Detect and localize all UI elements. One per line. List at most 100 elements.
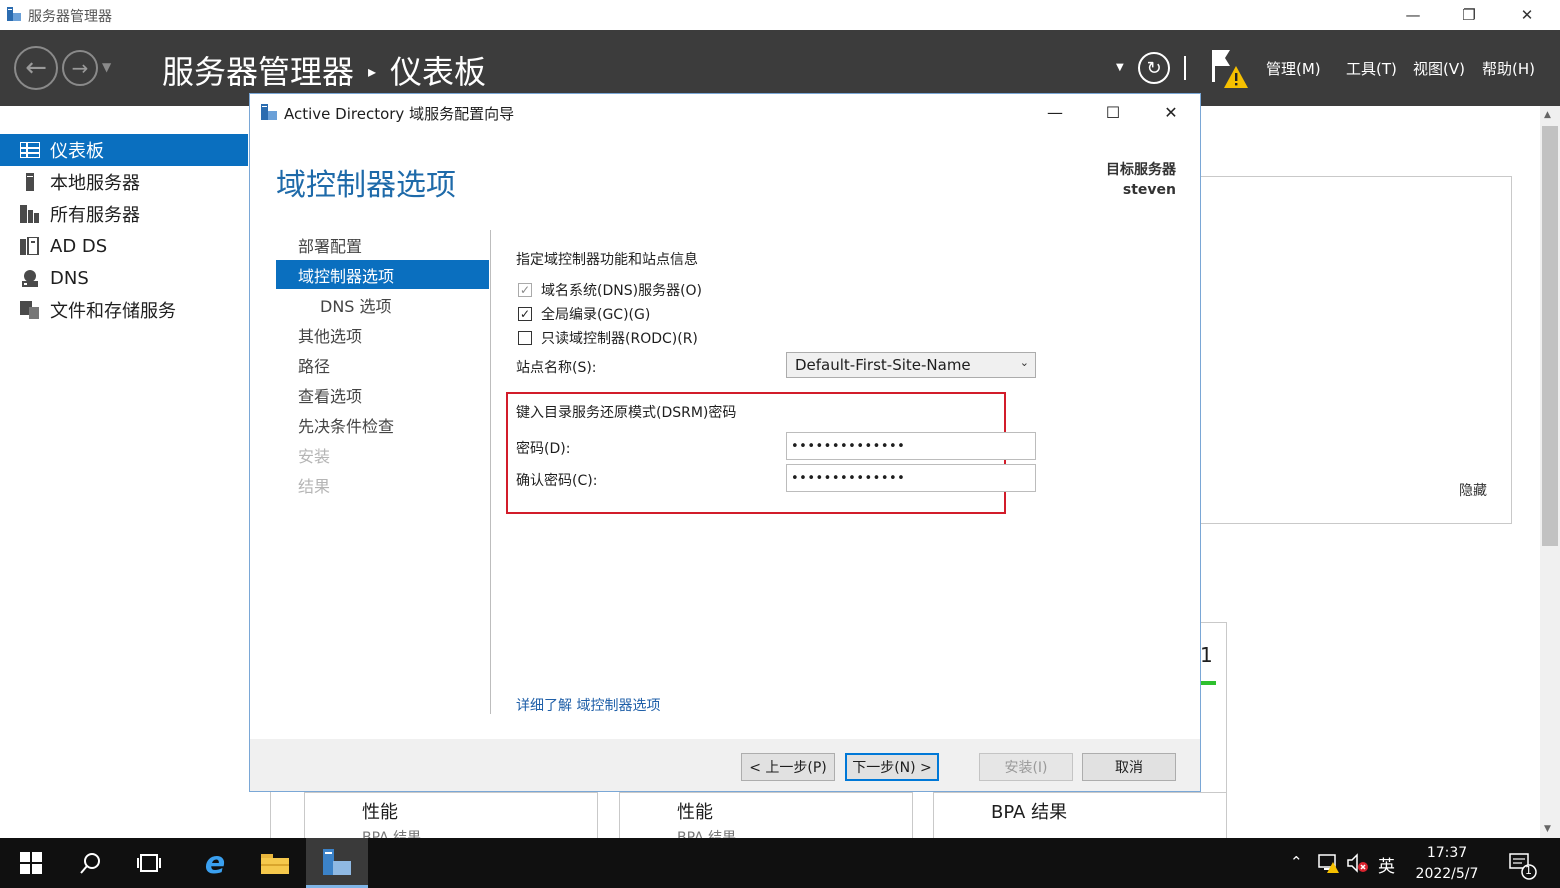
confirm-password-label: 确认密码(C): [516,473,598,489]
server-manager-taskbar-button[interactable] [306,838,368,888]
notification-count-badge: 1 [1525,864,1532,877]
target-server: 目标服务器 steven [1106,160,1176,200]
cancel-button[interactable]: 取消 [1082,753,1176,781]
close-icon: ✕ [1164,102,1178,122]
sidebar-item-label: 仪表板 [50,141,104,162]
checkbox-dns-server[interactable]: ✓ 域名系统(DNS)服务器(O) [518,280,702,300]
sidebar-item-label: AD DS [50,235,108,257]
wizard-step-paths[interactable]: 路径 [276,350,489,379]
password-field[interactable]: •••••••••••••• [786,432,1036,460]
menu-help[interactable]: 帮助(H) [1482,58,1535,79]
minimize-icon: — [1047,102,1063,122]
dialog-maximize-button[interactable]: ☐ [1084,94,1142,130]
windows-logo-icon [20,852,42,874]
sidebar: 仪表板 本地服务器 所有服务器 AD DS DNS 文件和存储服务 [0,106,248,838]
welcome-panel: 隐藏 [1200,176,1512,524]
header-dropdown-icon[interactable]: ▼ [1116,62,1124,73]
start-button[interactable] [0,838,62,888]
scroll-up-icon[interactable]: ▲ [1544,110,1551,120]
minimize-button[interactable]: — [1390,0,1436,30]
sidebar-item-all-servers[interactable]: 所有服务器 [0,198,248,230]
internet-explorer-icon: e [204,845,226,881]
dns-icon [20,269,40,287]
breadcrumb: 服务器管理器 ▸ 仪表板 [162,47,486,93]
wizard-step-deployment[interactable]: 部署配置 [276,230,489,259]
wizard-step-additional[interactable]: 其他选项 [276,320,489,349]
wizard-step-review[interactable]: 查看选项 [276,380,489,409]
menu-view[interactable]: 视图(V) [1413,58,1465,79]
tile-title: BPA 结果 [991,802,1068,823]
sidebar-item-file-storage[interactable]: 文件和存储服务 [0,294,248,326]
task-view-button[interactable] [118,838,180,888]
flag-warning-icon [1212,50,1248,88]
refresh-icon: ↻ [1146,57,1162,79]
sidebar-item-ad-ds[interactable]: AD DS [0,230,248,262]
breadcrumb-app[interactable]: 服务器管理器 [162,53,354,91]
restore-button[interactable]: ❐ [1446,0,1492,30]
checkbox-checked-icon: ✓ [518,307,532,321]
maximize-icon: ☐ [1105,102,1121,122]
menu-manage[interactable]: 管理(M) [1266,58,1321,79]
checkbox-global-catalog[interactable]: ✓ 全局编录(GC)(G) [518,304,650,324]
sidebar-item-dashboard[interactable]: 仪表板 [0,134,248,166]
system-clock[interactable]: 17:37 2022/5/7 [1410,843,1484,885]
dialog-title: Active Directory 域服务配置向导 [284,105,515,123]
sidebar-item-local-server[interactable]: 本地服务器 [0,166,248,198]
file-explorer-button[interactable] [244,838,306,888]
tile-count: 1 [1200,643,1213,667]
checkbox-rodc[interactable]: 只读域控制器(RODC)(R) [518,328,698,348]
close-window-button[interactable]: ✕ [1504,0,1550,30]
sidebar-item-dns[interactable]: DNS [0,262,248,294]
window-title-bar: 服务器管理器 — ❐ ✕ [0,0,1560,30]
clock-time: 17:37 [1426,845,1468,861]
breadcrumb-separator-icon: ▸ [368,62,377,81]
internet-explorer-button[interactable]: e [184,838,246,888]
dialog-close-button[interactable]: ✕ [1142,94,1200,130]
minimize-icon: — [1405,6,1421,24]
sidebar-item-label: 本地服务器 [50,173,140,194]
notifications-flag-button[interactable] [1208,46,1252,92]
next-step-button[interactable]: 下一步(N) > [845,753,939,781]
site-name-select[interactable]: Default-First-Site-Name ⌄ [786,352,1036,378]
search-button[interactable] [60,838,122,888]
adds-config-wizard-dialog: Active Directory 域服务配置向导 — ☐ ✕ 域控制器选项 目标… [249,93,1201,792]
header-divider [1184,56,1186,80]
site-name-value: Default-First-Site-Name [795,356,971,374]
confirm-password-field[interactable]: •••••••••••••• [786,464,1036,492]
dashboard-tile-3: BPA 结果 [933,792,1227,839]
sidebar-item-label: DNS [50,267,89,289]
checkbox-label: 全局编录(GC)(G) [541,307,651,323]
dashboard-tile-2: 性能 BPA 结果 [619,792,913,839]
menu-tools[interactable]: 工具(T) [1346,58,1397,79]
roles-tile-card: 1 [1198,622,1227,794]
target-server-label: 目标服务器 [1106,162,1176,178]
show-hidden-icons-button[interactable]: ⌃ [1290,853,1303,871]
network-warning-icon[interactable] [1318,852,1340,878]
volume-muted-icon[interactable] [1346,852,1370,878]
input-method-indicator[interactable]: 英 [1378,852,1395,877]
back-button[interactable]: ← [14,46,58,90]
notification-icon [1509,853,1537,880]
back-step-button[interactable]: < 上一步(P) [741,753,835,781]
dialog-minimize-button[interactable]: — [1026,94,1084,130]
scrollbar-thumb[interactable] [1542,126,1558,546]
password-label: 密码(D): [516,441,571,457]
history-dropdown-icon[interactable]: ▼ [102,60,111,74]
tile-title: 性能 [677,802,713,823]
forward-icon: → [71,56,89,80]
wizard-step-prereq[interactable]: 先决条件检查 [276,410,489,439]
task-view-icon [137,854,161,872]
action-center-button[interactable]: 1 [1508,850,1538,880]
scroll-down-icon[interactable]: ▼ [1544,824,1551,834]
vertical-scrollbar[interactable]: ▲ ▼ [1540,106,1560,838]
page-title: 域控制器选项 [276,168,456,203]
hide-link[interactable]: 隐藏 [1459,480,1487,500]
wizard-step-dns-options[interactable]: DNS 选项 [276,290,489,319]
refresh-button[interactable]: ↻ [1138,52,1170,84]
step-divider [490,230,491,714]
forward-button[interactable]: → [62,50,98,86]
wizard-step-dc-options[interactable]: 域控制器选项 [276,260,489,289]
checkbox-unchecked-icon [518,331,532,345]
checkbox-checked-icon: ✓ [518,283,532,297]
learn-more-link[interactable]: 详细了解 域控制器选项 [516,695,660,715]
